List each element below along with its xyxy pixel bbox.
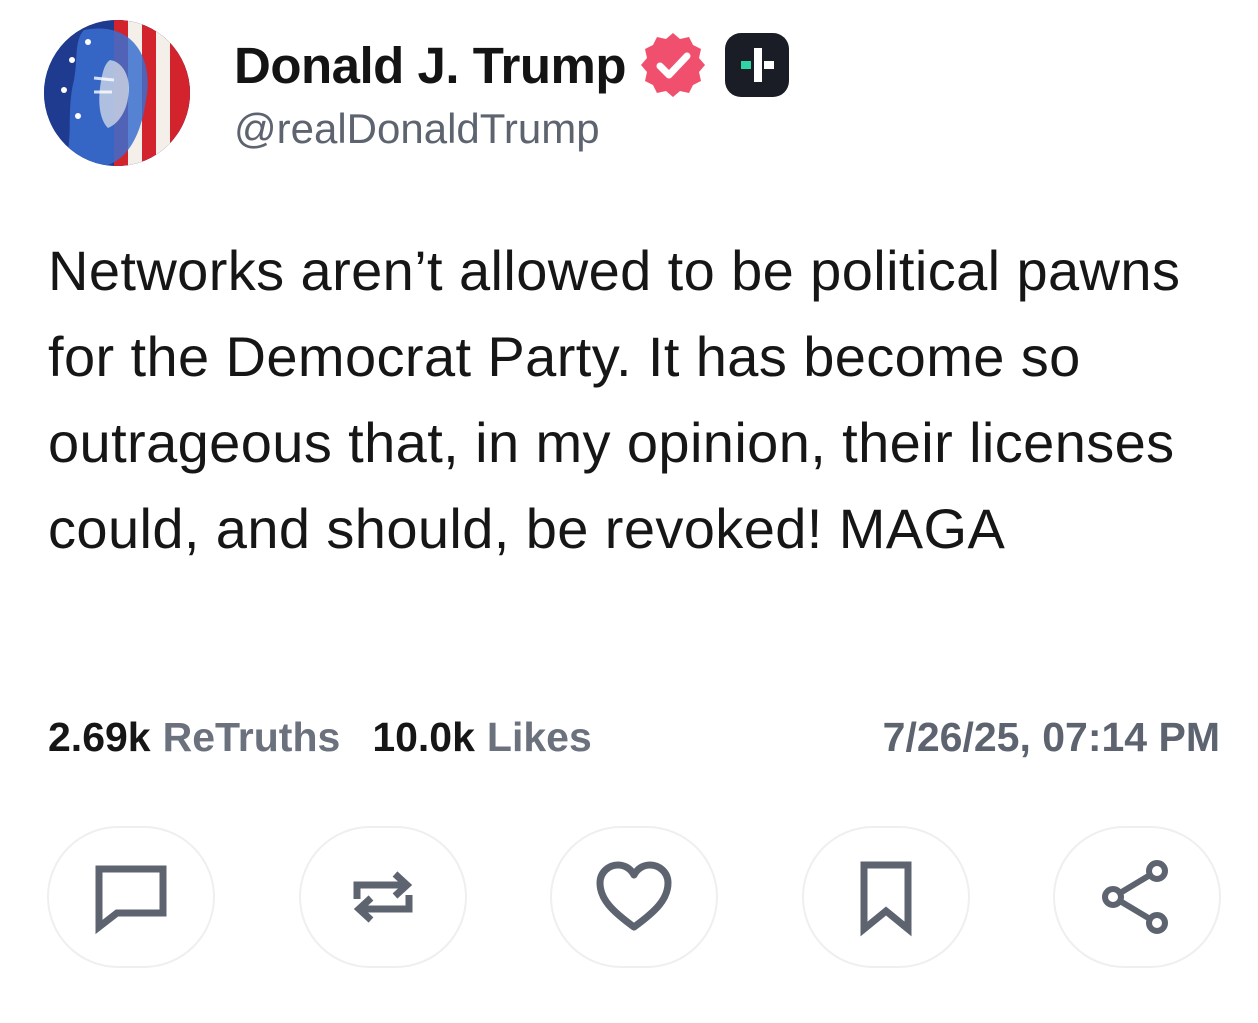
likes-label: Likes [486,714,592,760]
likes-count: 10.0k [372,714,475,760]
bookmark-button[interactable] [801,826,970,968]
retruths-label: ReTruths [162,714,341,760]
post-body-text: Networks aren’t allowed to be political … [48,239,1181,560]
plus-badge-icon [722,30,792,100]
action-bar [47,826,1221,968]
avatar[interactable] [44,20,190,166]
share-icon [1102,860,1168,934]
bookmark-icon [860,861,911,937]
post-timestamp: 7/26/25, 07:14 PM [882,714,1220,760]
truth-post: Donald J. Trump @realDonaldTrump Network… [0,0,1258,1023]
display-name[interactable]: Donald J. Trump [234,36,627,95]
post-header: Donald J. Trump @realDonaldTrump [44,20,792,166]
post-stats: 2.69k ReTruths 10.0k Likes 7/26/25, 07:1… [48,714,1220,761]
verified-badge-icon [638,30,708,100]
retruths-stat[interactable]: 2.69k ReTruths [48,714,340,761]
name-row: Donald J. Trump [234,27,792,103]
heart-icon [596,861,672,931]
retruth-icon [353,871,412,923]
share-button[interactable] [1053,826,1221,968]
author-info: Donald J. Trump @realDonaldTrump [234,27,792,153]
likes-stat[interactable]: 10.0k Likes [372,714,591,761]
retruths-count: 2.69k [48,714,151,760]
user-handle[interactable]: @realDonaldTrump [234,105,792,153]
like-button[interactable] [550,826,718,968]
avatar-flag-portrait-icon [44,20,190,166]
reply-button[interactable] [47,826,215,968]
retruth-button[interactable] [298,826,467,968]
reply-icon [95,865,167,935]
